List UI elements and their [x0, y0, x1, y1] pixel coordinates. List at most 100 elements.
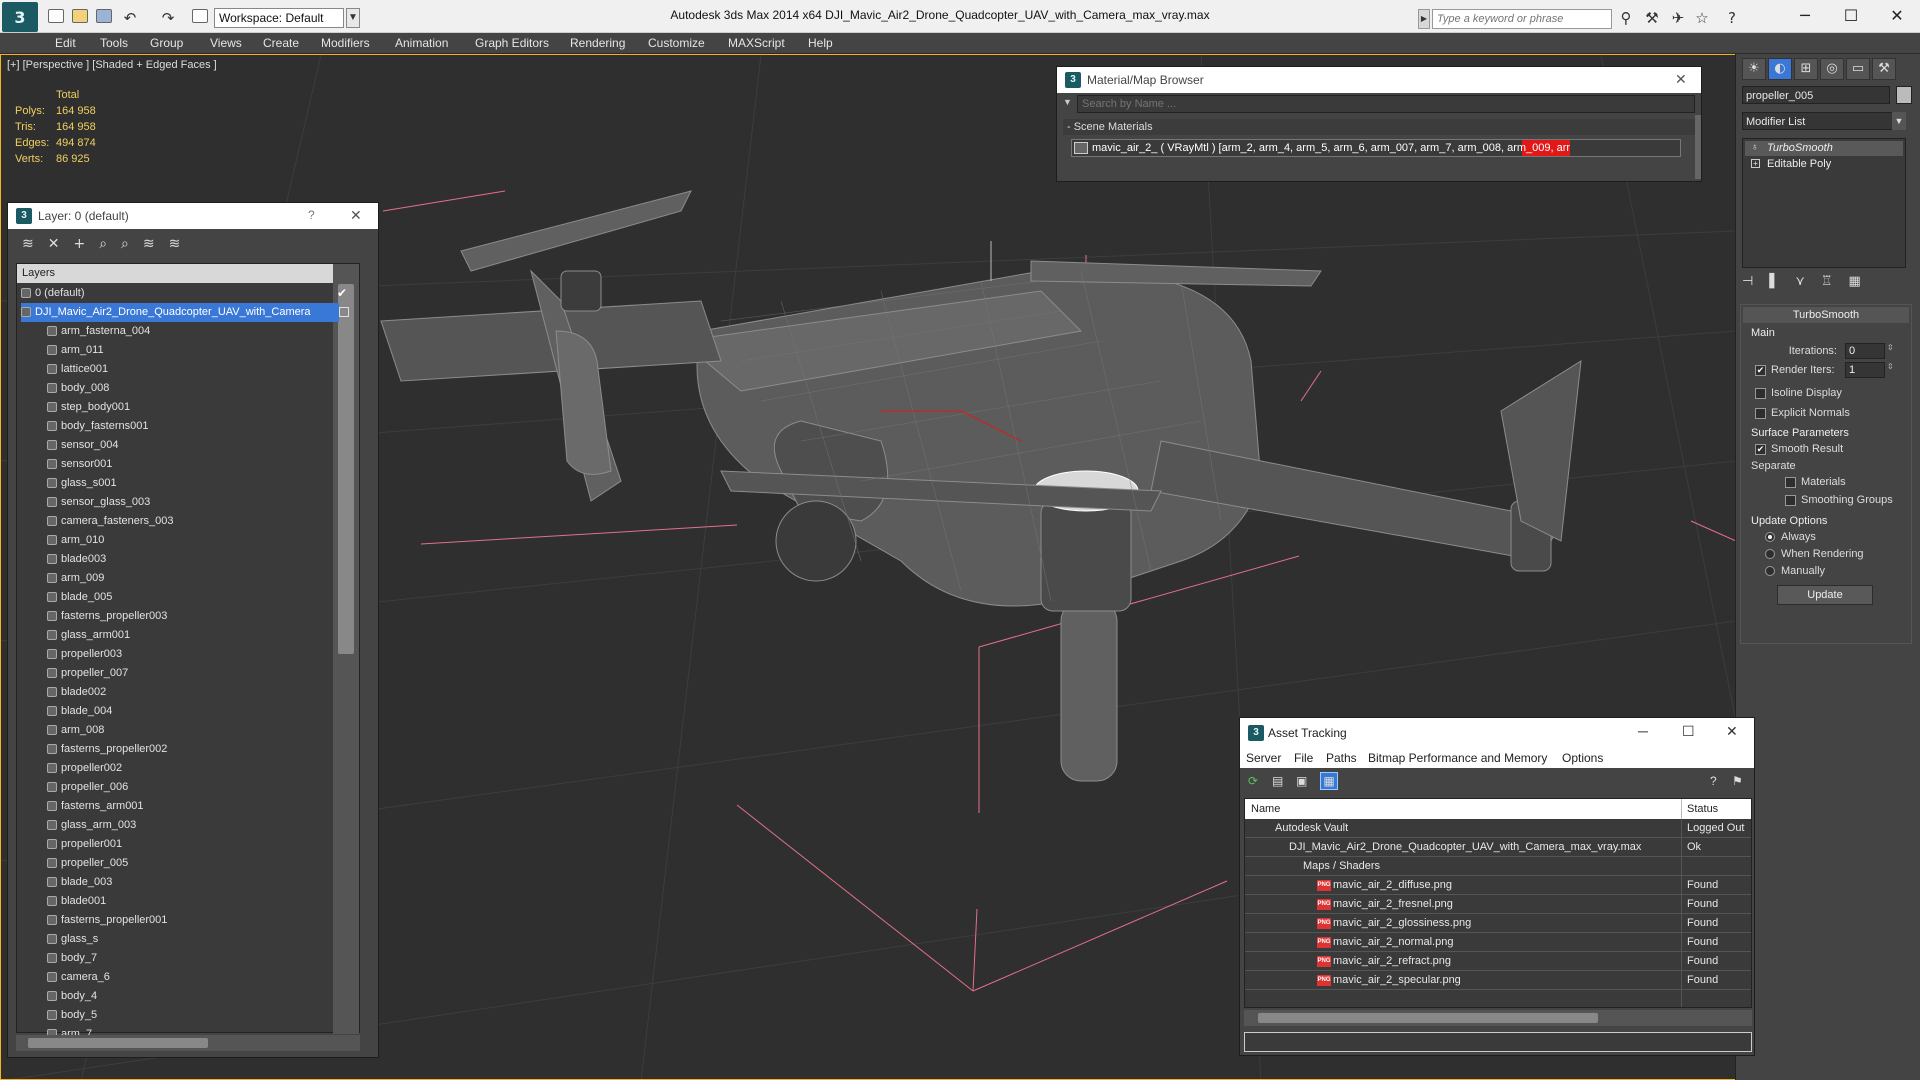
select-objects-icon[interactable]: ⌕: [99, 236, 121, 252]
layer-object-row[interactable]: blade002: [47, 683, 365, 702]
layer-object-row[interactable]: blade003: [47, 550, 365, 569]
layer-object-row[interactable]: arm_011: [47, 341, 365, 360]
menu-animation[interactable]: Animation: [395, 35, 448, 52]
layer-object-row[interactable]: blade001: [47, 892, 365, 911]
lightbulb-icon[interactable]: ♁: [1751, 142, 1759, 153]
layer-row-default[interactable]: 0 (default): [21, 284, 339, 303]
layer-object-row[interactable]: body_008: [47, 379, 365, 398]
show-end-result-icon[interactable]: ▌: [1769, 274, 1795, 289]
layer-object-row[interactable]: fasterns_arm001: [47, 797, 365, 816]
update-always-radio[interactable]: [1765, 532, 1775, 542]
layer-object-row[interactable]: glass_arm001: [47, 626, 365, 645]
minimize-button[interactable]: ─: [1638, 723, 1648, 739]
layer-object-row[interactable]: propeller001: [47, 835, 365, 854]
smooth-result-checkbox[interactable]: ✔: [1755, 444, 1766, 455]
search-tools-icon[interactable]: ⚒: [1642, 8, 1662, 28]
motion-tab-icon[interactable]: ◎: [1820, 58, 1844, 80]
menu-modifiers[interactable]: Modifiers: [321, 35, 370, 52]
layer-row-selected[interactable]: DJI_Mavic_Air2_Drone_Quadcopter_UAV_with…: [21, 303, 339, 322]
asset-row[interactable]: PNG mavic_air_2_specular.png Found: [1245, 971, 1751, 990]
layer-object-row[interactable]: arm_008: [47, 721, 365, 740]
material-search-input[interactable]: [1077, 95, 1695, 113]
display-tab-icon[interactable]: ▭: [1846, 58, 1870, 80]
asset-hscrollbar[interactable]: [1244, 1010, 1752, 1026]
menu-tools[interactable]: Tools: [100, 35, 128, 52]
select-layer-icon[interactable]: ⌕: [121, 236, 143, 252]
add-to-layer-icon[interactable]: +: [73, 236, 99, 252]
layer-object-row[interactable]: blade_004: [47, 702, 365, 721]
create-tab-icon[interactable]: ☀: [1742, 58, 1766, 80]
modifier-list-caret-icon[interactable]: ▼: [1892, 112, 1906, 130]
layer-object-row[interactable]: glass_s001: [47, 474, 365, 493]
layer-object-row[interactable]: arm_009: [47, 569, 365, 588]
layer-object-row[interactable]: propeller003: [47, 645, 365, 664]
layer-object-row[interactable]: fasterns_propeller002: [47, 740, 365, 759]
modify-tab-icon[interactable]: ◐: [1768, 58, 1792, 80]
asset-row[interactable]: PNG mavic_air_2_refract.png Found: [1245, 952, 1751, 971]
materials-checkbox[interactable]: [1785, 477, 1796, 488]
asset-menu-server[interactable]: Server: [1246, 751, 1281, 765]
layer-object-row[interactable]: arm_010: [47, 531, 365, 550]
close-icon[interactable]: ✕: [1675, 71, 1687, 88]
pin-stack-icon[interactable]: ⊣: [1742, 274, 1769, 289]
menu-graph-editors[interactable]: Graph Editors: [475, 35, 549, 52]
menu-group[interactable]: Group: [150, 35, 183, 52]
material-scrollbar[interactable]: [1695, 115, 1701, 179]
app-logo-button[interactable]: 3: [2, 2, 38, 32]
layer-object-row[interactable]: blade_003: [47, 873, 365, 892]
asset-hscrollbar-thumb[interactable]: [1258, 1013, 1598, 1023]
asset-row[interactable]: Maps / Shaders: [1245, 857, 1751, 876]
layer-object-row[interactable]: propeller_005: [47, 854, 365, 873]
search-expand-icon[interactable]: ▶: [1418, 9, 1430, 29]
update-manually-radio[interactable]: [1765, 566, 1775, 576]
spinner-arrows-icon[interactable]: ⇳: [1887, 362, 1894, 371]
isoline-checkbox[interactable]: [1755, 388, 1766, 399]
layer-object-row[interactable]: body_fasterns001: [47, 417, 365, 436]
help-icon[interactable]: ?: [1722, 8, 1742, 28]
thumbnail-view-icon[interactable]: ▣: [1296, 774, 1307, 788]
layer-object-row[interactable]: sensor001: [47, 455, 365, 474]
menu-maxscript[interactable]: MAXScript: [728, 35, 785, 52]
layer-object-row[interactable]: glass_arm_003: [47, 816, 365, 835]
asset-menu-options[interactable]: Options: [1562, 751, 1603, 765]
status-column-header[interactable]: Status: [1687, 799, 1718, 819]
context-help-icon[interactable]: ⚑: [1732, 774, 1743, 788]
maximize-button[interactable]: ☐: [1828, 0, 1874, 32]
menu-views[interactable]: Views: [210, 35, 242, 52]
keyword-search-input[interactable]: [1432, 9, 1612, 29]
asset-row[interactable]: PNG mavic_air_2_glossiness.png Found: [1245, 914, 1751, 933]
asset-menu-paths[interactable]: Paths: [1326, 751, 1357, 765]
update-button[interactable]: Update: [1777, 585, 1873, 605]
refresh-icon[interactable]: ⟳: [1248, 774, 1258, 788]
active-layer-check-icon[interactable]: ✔: [337, 286, 347, 300]
object-name-field[interactable]: propeller_005: [1742, 86, 1890, 104]
layer-help-button[interactable]: ?: [308, 208, 315, 222]
layer-object-row[interactable]: fasterns_propeller003: [47, 607, 365, 626]
configure-sets-icon[interactable]: ▦: [1849, 274, 1877, 289]
asset-path-field[interactable]: [1244, 1032, 1752, 1052]
close-icon[interactable]: ✕: [1726, 723, 1738, 740]
layer-object-row[interactable]: fasterns_propeller001: [47, 911, 365, 930]
asset-row[interactable]: Autodesk Vault Logged Out: [1245, 819, 1751, 838]
save-file-icon[interactable]: [96, 9, 112, 23]
remove-modifier-icon[interactable]: ♖: [1821, 274, 1849, 289]
new-file-icon[interactable]: [48, 9, 64, 23]
asset-row[interactable]: DJI_Mavic_Air2_Drone_Quadcopter_UAV_with…: [1245, 838, 1751, 857]
project-folder-icon[interactable]: [192, 9, 208, 23]
material-browser-titlebar[interactable]: 3 Material/Map Browser ✕: [1057, 67, 1701, 93]
asset-row[interactable]: PNG mavic_air_2_diffuse.png Found: [1245, 876, 1751, 895]
list-view-icon[interactable]: ▤: [1272, 774, 1283, 788]
stack-item-turbosmooth[interactable]: TurboSmooth: [1745, 141, 1903, 156]
name-column-header[interactable]: Name: [1251, 799, 1280, 819]
browser-options-caret-icon[interactable]: ▼: [1063, 97, 1072, 107]
maximize-button[interactable]: ☐: [1682, 723, 1695, 740]
modifier-list-dropdown[interactable]: Modifier List: [1742, 112, 1902, 130]
redo-icon[interactable]: ↷: [158, 8, 178, 28]
layer-object-row[interactable]: lattice001: [47, 360, 365, 379]
layer-explorer-titlebar[interactable]: 3 Layer: 0 (default) ? ✕: [8, 203, 378, 229]
expand-icon[interactable]: +: [1751, 159, 1760, 168]
layer-object-row[interactable]: step_body001: [47, 398, 365, 417]
menu-edit[interactable]: Edit: [55, 35, 76, 52]
layer-object-row[interactable]: camera_fasteners_003: [47, 512, 365, 531]
workspace-caret-icon[interactable]: ▼: [346, 8, 360, 28]
